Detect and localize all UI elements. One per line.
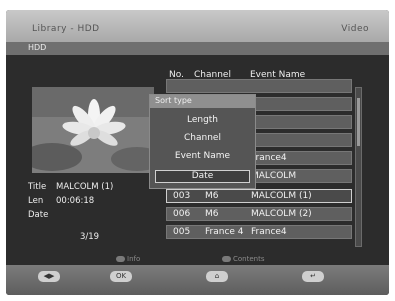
title-bar: Library - HDD Video: [6, 10, 389, 42]
row-number: 006: [173, 209, 191, 219]
title-label: Title: [28, 182, 47, 192]
recording-preview-image: [32, 87, 154, 173]
table-row[interactable]: 006 M6 MALCOLM (2): [166, 207, 352, 221]
home-button[interactable]: ⌂: [206, 271, 228, 282]
row-channel: M6: [205, 209, 219, 219]
row-number: 003: [173, 191, 191, 201]
legend-info-label: Info: [127, 255, 141, 263]
length-label: Len: [28, 196, 44, 206]
row-event-name: France4: [251, 153, 287, 163]
contents-key-icon: [222, 256, 231, 262]
table-row[interactable]: 003 M6 MALCOLM (1): [166, 189, 352, 203]
date-label: Date: [28, 210, 49, 220]
row-channel: France 4: [205, 227, 244, 237]
section-bar: HDD: [6, 42, 389, 55]
info-key-icon: [116, 256, 125, 262]
ok-button[interactable]: OK: [110, 271, 132, 282]
legend-contents: Contents: [222, 255, 265, 263]
media-type-label: Video: [341, 24, 369, 34]
sort-option-date[interactable]: Date: [155, 170, 250, 183]
section-label: HDD: [28, 43, 47, 52]
row-event-name: MALCOLM (1): [251, 191, 312, 201]
list-scrollbar[interactable]: [355, 87, 362, 247]
row-event-name: MALCOLM: [251, 171, 297, 181]
row-event-name: MALCOLM (2): [251, 209, 312, 219]
bottom-control-bar: ◀▶ OK ⌂ ↵: [6, 265, 389, 295]
table-row[interactable]: 005 France 4 France4: [166, 225, 352, 239]
sort-option-event-name[interactable]: Event Name: [150, 151, 255, 161]
legend-info: Info: [116, 255, 140, 263]
library-title: Library - HDD: [32, 24, 100, 34]
sort-popup-title: Sort type: [155, 96, 192, 105]
navigate-button[interactable]: ◀▶: [38, 271, 60, 282]
sort-popup-header: Sort type: [150, 95, 255, 108]
sort-option-length[interactable]: Length: [150, 115, 255, 125]
row-channel: M6: [205, 191, 219, 201]
legend-contents-label: Contents: [233, 255, 265, 263]
page-indicator: 3/19: [80, 232, 100, 242]
back-button[interactable]: ↵: [302, 271, 324, 282]
row-event-name: France4: [251, 227, 287, 237]
scrollbar-thumb[interactable]: [357, 98, 360, 146]
length-value: 00:06:18: [56, 196, 95, 206]
sort-type-popup: Sort type Length Channel Event Name Date: [149, 94, 256, 189]
table-row[interactable]: [166, 79, 352, 93]
title-value: MALCOLM (1): [56, 182, 114, 192]
sort-option-channel[interactable]: Channel: [150, 133, 255, 143]
row-number: 005: [173, 227, 191, 237]
tv-screen: Library - HDD Video HDD No. Channel Even…: [6, 10, 389, 295]
flower-thumbnail: [32, 87, 154, 173]
